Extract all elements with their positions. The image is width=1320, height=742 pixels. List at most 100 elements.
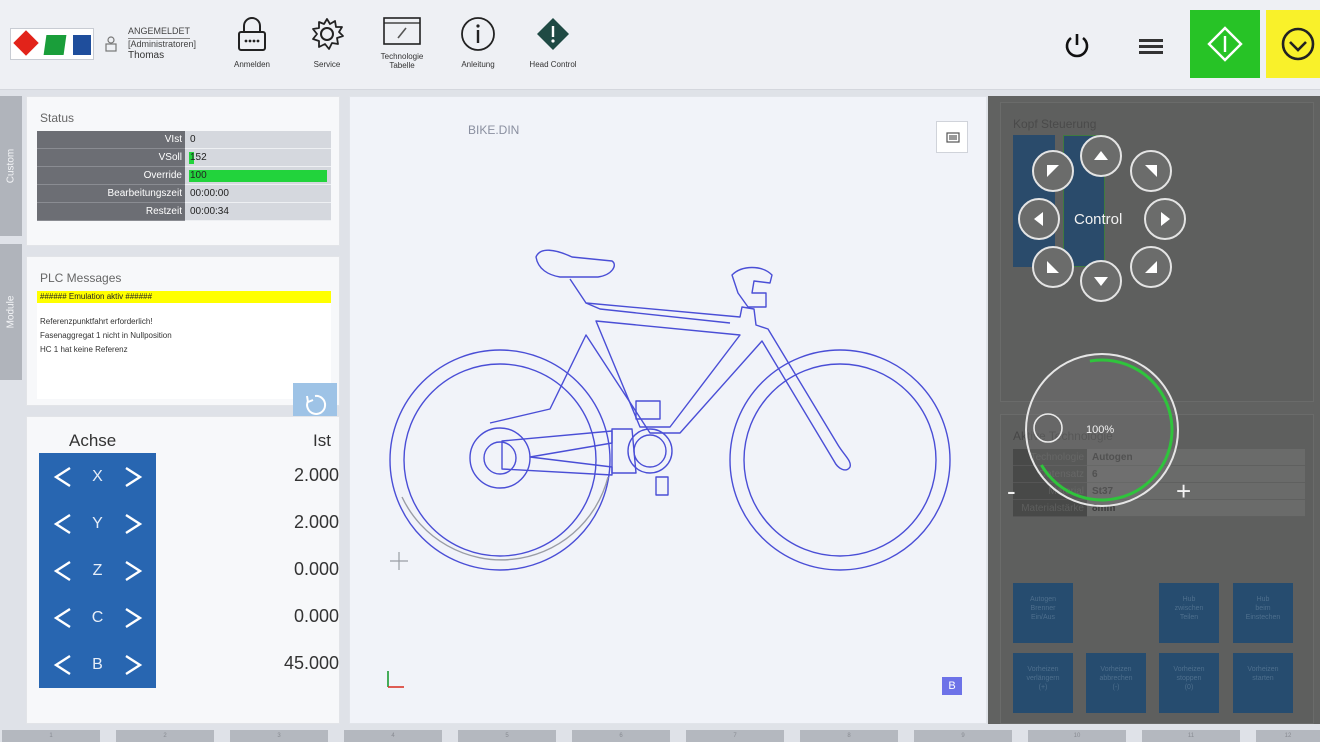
control-label: Control	[1074, 211, 1123, 228]
override-minus-button[interactable]: -	[1007, 478, 1016, 504]
head-control-label: Head Control	[529, 60, 577, 69]
plc-title: PLC Messages	[40, 271, 122, 285]
axis-y-plus-button[interactable]	[109, 500, 156, 547]
arrow-up-icon	[1094, 151, 1108, 160]
head-down-button[interactable]	[1080, 260, 1122, 302]
head-left-button[interactable]	[1018, 198, 1060, 240]
user-info: ANGEMELDET [Administratoren] Thomas	[128, 26, 196, 61]
tile-lift-piercing[interactable]: Hub beim Einstechen	[1233, 583, 1293, 643]
head-down-right-button[interactable]	[1130, 246, 1172, 288]
head-down-left-button[interactable]	[1032, 246, 1074, 288]
axis-z-plus-button[interactable]	[109, 547, 156, 594]
bottom-tab-bar: 1 2 3 4 5 6 7 8 9 10 11 12	[0, 730, 1320, 742]
head-right-button[interactable]	[1144, 198, 1186, 240]
cut-preview-canvas[interactable]: BIKE.DIN B	[349, 96, 987, 724]
axis-b-minus-button[interactable]	[39, 641, 86, 688]
axis-x-plus-button[interactable]	[109, 453, 156, 500]
side-tab-custom-label: Custom	[5, 148, 17, 184]
login-button[interactable]: Anmelden	[217, 16, 287, 82]
arrow-down-left-icon	[1047, 261, 1059, 273]
axis-letter: Y	[86, 500, 109, 547]
side-tab-custom[interactable]: Custom	[0, 96, 22, 236]
arrow-right-icon	[1161, 212, 1170, 226]
axis-row-x: X 2.000	[39, 453, 339, 500]
status-row: Override 100	[37, 167, 331, 185]
head-up-button[interactable]	[1080, 135, 1122, 177]
start-button[interactable]	[1190, 10, 1260, 78]
override-percent: 100%	[1086, 424, 1115, 436]
axis-y-minus-button[interactable]	[39, 500, 86, 547]
bottom-tab[interactable]: 1	[2, 730, 100, 742]
axis-b-badge: B	[942, 677, 962, 695]
bottom-tab[interactable]: 5	[458, 730, 556, 742]
chevron-right-icon	[125, 513, 143, 535]
plc-message-list[interactable]: ###### Emulation aktiv ###### Referenzpu…	[37, 291, 337, 427]
axis-value: 2.000	[293, 465, 339, 485]
service-label: Service	[313, 60, 341, 69]
bottom-tab[interactable]: 11	[1142, 730, 1240, 742]
power-icon[interactable]	[1062, 30, 1092, 60]
axes-panel: Achse Ist X 2.000 Y 2.000 Z 0.000 C 0.00…	[26, 416, 340, 724]
bottom-tab[interactable]: 8	[800, 730, 898, 742]
axis-z-minus-button[interactable]	[39, 547, 86, 594]
manual-button[interactable]: Anleitung	[443, 16, 513, 82]
bottom-tab[interactable]: 10	[1028, 730, 1126, 742]
axis-letter: X	[86, 453, 109, 500]
start-diamond-icon	[1207, 26, 1243, 62]
user-state: ANGEMELDET	[128, 26, 191, 39]
bottom-tab[interactable]: 3	[230, 730, 328, 742]
bottom-tab[interactable]: 4	[344, 730, 442, 742]
status-title: Status	[40, 111, 75, 125]
axis-letter: Z	[86, 547, 109, 594]
head-up-right-button[interactable]	[1130, 150, 1172, 192]
tile-preheat-start[interactable]: Vorheizen starten	[1233, 653, 1293, 713]
axis-letter: C	[86, 594, 109, 641]
arrow-up-left-icon	[1047, 165, 1059, 177]
status-label: VSoll	[37, 149, 185, 167]
axis-value: 0.000	[293, 606, 339, 626]
bike-contour	[387, 249, 951, 688]
chevron-right-icon	[125, 466, 143, 488]
status-label: VIst	[37, 131, 185, 149]
axis-x-minus-button[interactable]	[39, 453, 86, 500]
login-label: Anmelden	[233, 60, 271, 69]
plc-messages-panel: PLC Messages ###### Emulation aktiv ####…	[26, 256, 340, 427]
menu-icon[interactable]	[1138, 36, 1164, 56]
arrow-up-right-icon	[1145, 165, 1157, 177]
head-up-left-button[interactable]	[1032, 150, 1074, 192]
axis-value: 0.000	[293, 559, 339, 579]
tile-autogen-burner[interactable]: Autogen Brenner Ein/Aus	[1013, 583, 1073, 643]
bottom-tab[interactable]: 6	[572, 730, 670, 742]
bottom-tab[interactable]: 12	[1256, 730, 1320, 742]
plc-warning: ###### Emulation aktiv ######	[37, 291, 331, 303]
axis-b-plus-button[interactable]	[109, 641, 156, 688]
status-value: 00:00:00	[185, 185, 331, 203]
axis-c-plus-button[interactable]	[109, 594, 156, 641]
axis-c-minus-button[interactable]	[39, 594, 86, 641]
tile-preheat-stop[interactable]: Vorheizen stoppen (0)	[1159, 653, 1219, 713]
side-tab-module[interactable]: Module	[0, 244, 22, 380]
status-row: Bearbeitungszeit 00:00:00	[37, 185, 331, 203]
chevron-right-icon	[125, 560, 143, 582]
head-control-button[interactable]: Head Control	[518, 16, 588, 82]
status-value: 152	[185, 149, 331, 167]
technology-table-button[interactable]: Technologie Tabelle	[367, 16, 437, 82]
chevron-left-icon	[53, 607, 71, 629]
tile-preheat-abort[interactable]: Vorheizen abbrechen (-)	[1086, 653, 1146, 713]
chevron-left-icon	[53, 513, 71, 535]
tile-preheat-extend[interactable]: Vorheizen verlängern (+)	[1013, 653, 1073, 713]
axis-value: 2.000	[293, 512, 339, 532]
chevron-right-icon	[125, 654, 143, 676]
bottom-tab[interactable]: 7	[686, 730, 784, 742]
axis-row-b: B 45.000	[39, 641, 339, 688]
manual-label: Anleitung	[461, 60, 495, 69]
service-button[interactable]: Service	[292, 16, 362, 82]
override-bar: 100	[185, 167, 331, 185]
tile-lift-between-parts[interactable]: Hub zwischen Teilen	[1159, 583, 1219, 643]
override-plus-button[interactable]: +	[1176, 478, 1191, 504]
feed-stop-button[interactable]	[1266, 10, 1320, 78]
bottom-tab[interactable]: 2	[116, 730, 214, 742]
status-table: VIst 0 VSoll 152 Override 100 Bearbeitun…	[37, 131, 331, 221]
bottom-tab[interactable]: 9	[914, 730, 1012, 742]
status-row: VIst 0	[37, 131, 331, 149]
